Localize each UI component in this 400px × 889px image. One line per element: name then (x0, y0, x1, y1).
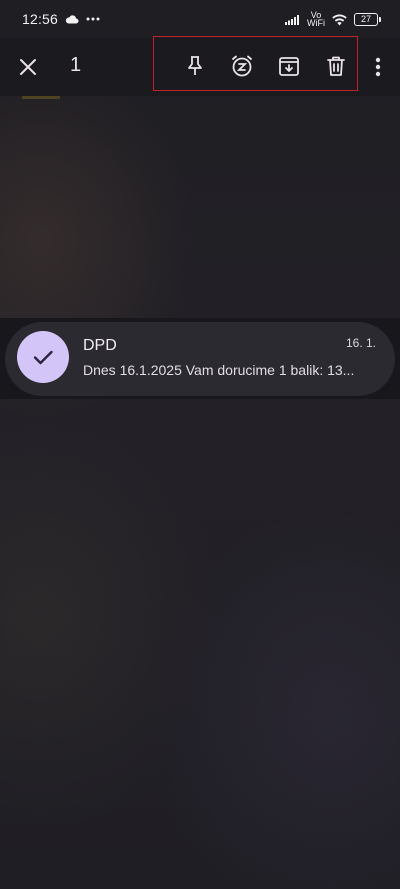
battery-level: 27 (360, 13, 371, 24)
background (0, 0, 400, 889)
mail-list-item[interactable]: DPD Dnes 16.1.2025 Vam dorucime 1 balik:… (5, 322, 395, 396)
mail-snippet: Dnes 16.1.2025 Vam dorucime 1 balik: 13.… (83, 362, 355, 378)
signal-icon (285, 14, 301, 25)
more-options-button[interactable] (370, 54, 386, 80)
wifi-icon (331, 13, 348, 26)
vowifi-line2: WiFi (307, 18, 325, 28)
status-time: 12:56 (22, 11, 59, 27)
close-icon (15, 54, 41, 80)
close-selection-button[interactable] (15, 54, 41, 80)
delete-icon (323, 53, 349, 79)
more-notifications-icon (86, 17, 100, 21)
pin-icon (182, 53, 208, 79)
mail-date: 16. 1. (345, 336, 376, 350)
checkmark-icon (30, 344, 56, 370)
battery-indicator: 27 (354, 12, 381, 26)
vowifi-indicator: Vo WiFi (307, 11, 325, 28)
archive-icon (276, 53, 302, 79)
selected-count: 1 (70, 54, 82, 76)
more-vert-icon (370, 54, 386, 80)
cloud-icon (65, 14, 79, 24)
snooze-button[interactable] (229, 53, 255, 79)
selection-action-bar: 1 (0, 36, 400, 96)
delete-button[interactable] (323, 53, 349, 79)
status-bar: 12:56 Vo WiFi 27 (0, 0, 400, 38)
mail-sender: DPD (83, 337, 117, 354)
archive-button[interactable] (276, 53, 302, 79)
snooze-icon (229, 53, 255, 79)
selected-avatar[interactable] (17, 331, 69, 383)
partially-hidden-list-edge (22, 96, 60, 99)
pin-button[interactable] (182, 53, 208, 79)
